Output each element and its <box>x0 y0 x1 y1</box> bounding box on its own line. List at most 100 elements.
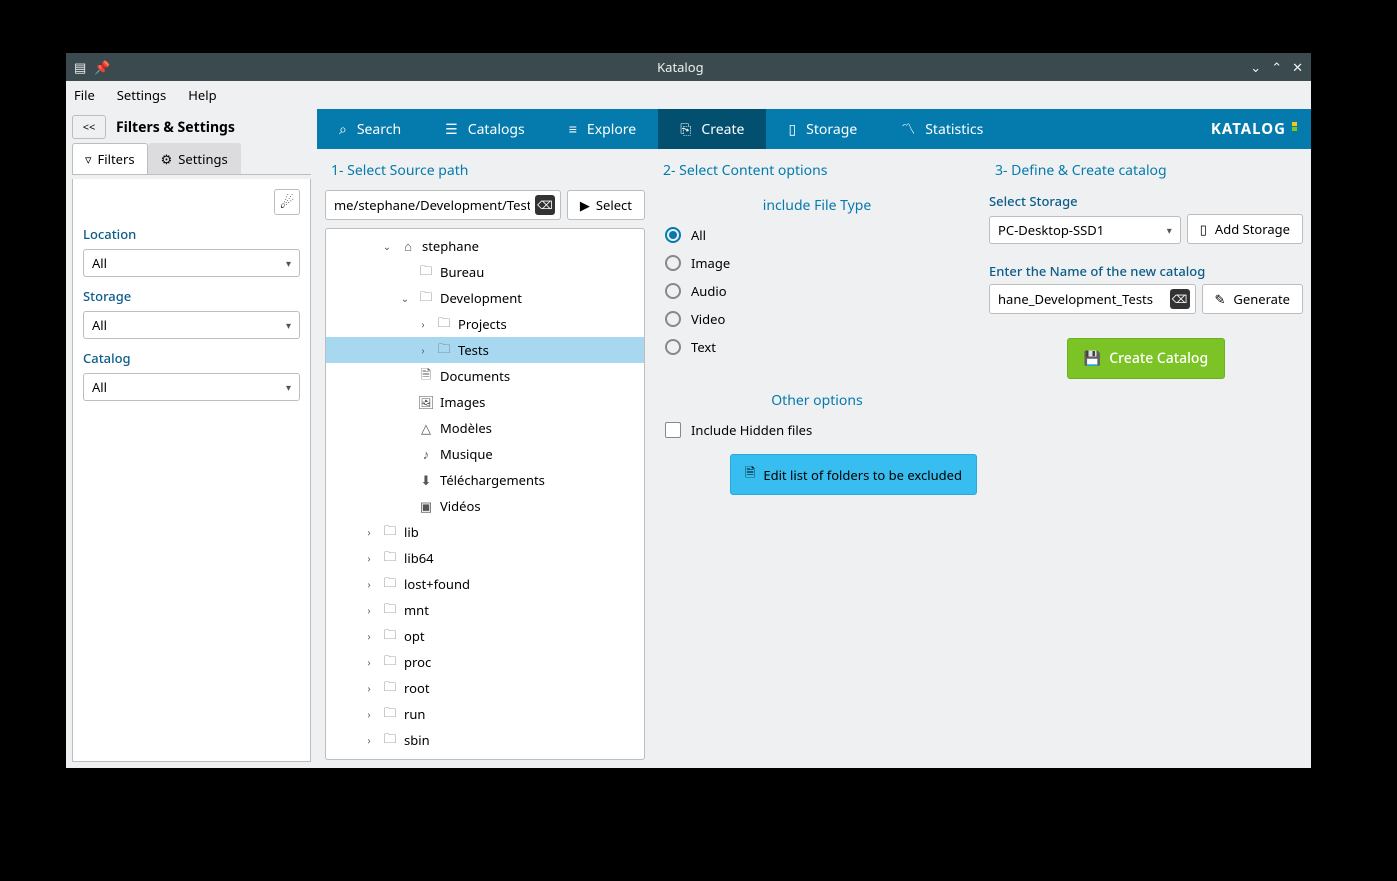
catalog-name-label: Enter the Name of the new catalog <box>989 262 1303 280</box>
radio-button[interactable] <box>665 227 681 243</box>
filetype-option[interactable]: All <box>657 221 977 249</box>
expand-icon[interactable]: › <box>362 733 376 747</box>
close-button[interactable]: ✕ <box>1292 58 1303 76</box>
tree-row[interactable]: ▣Vidéos <box>326 493 644 519</box>
main-area: ⌕Search ☰Catalogs ≡Explore ⎘Create ▯Stor… <box>317 109 1311 768</box>
tree-row[interactable]: ›🗀lib64 <box>326 545 644 571</box>
brand-logo: KATALOG <box>1211 109 1311 149</box>
expand-icon[interactable]: › <box>416 343 430 357</box>
expand-icon[interactable]: › <box>362 577 376 591</box>
tree-row[interactable]: △Modèles <box>326 415 644 441</box>
storage-label: Storage <box>83 287 300 305</box>
col2-heading: 2- Select Content options <box>657 157 977 190</box>
play-icon: ▶ <box>580 196 590 214</box>
filter-icon: ▿ <box>85 150 92 168</box>
chevron-down-icon: ▾ <box>286 380 291 394</box>
storage-dropdown[interactable]: All▾ <box>83 311 300 339</box>
tree-row[interactable]: ›🗀proc <box>326 649 644 675</box>
radio-button[interactable] <box>665 283 681 299</box>
save-icon: 💾 <box>1084 349 1101 368</box>
expand-icon[interactable]: › <box>362 707 376 721</box>
sidebar-title: Filters & Settings <box>116 118 235 137</box>
tree-row[interactable]: ⬇Téléchargements <box>326 467 644 493</box>
expand-icon[interactable]: ⌄ <box>398 291 412 305</box>
tab-catalogs[interactable]: ☰Catalogs <box>423 109 547 149</box>
filetype-option[interactable]: Video <box>657 305 977 333</box>
expand-icon[interactable]: › <box>362 525 376 539</box>
source-path-input[interactable] <box>325 190 561 220</box>
tree-row[interactable]: 🗀Bureau <box>326 259 644 285</box>
minimize-button[interactable]: ⌄ <box>1250 58 1261 76</box>
create-catalog-button[interactable]: 💾Create Catalog <box>1067 338 1225 379</box>
download-icon: ⬇ <box>418 471 434 489</box>
tree-row[interactable]: ›🗀sbin <box>326 727 644 753</box>
tab-statistics[interactable]: 〽Statistics <box>879 109 1005 149</box>
tab-create[interactable]: ⎘Create <box>658 109 766 149</box>
location-dropdown[interactable]: All▾ <box>83 249 300 277</box>
tab-explore[interactable]: ≡Explore <box>547 109 658 149</box>
expand-icon[interactable]: ⌄ <box>380 239 394 253</box>
folder-tree[interactable]: ⌄⌂stephane🗀Bureau⌄🗀Development›🗀Projects… <box>325 228 645 760</box>
tree-row[interactable]: ⌄⌂stephane <box>326 233 644 259</box>
collapse-sidebar-button[interactable]: << <box>72 115 106 139</box>
menu-settings[interactable]: Settings <box>117 86 166 104</box>
folder-icon: 🗀 <box>382 703 398 726</box>
pin-icon[interactable]: 📌 <box>94 58 110 76</box>
doc-icon: 🗎 <box>418 365 434 388</box>
maximize-button[interactable]: ⌃ <box>1271 58 1282 76</box>
expand-icon[interactable]: › <box>362 629 376 643</box>
filetype-option[interactable]: Audio <box>657 277 977 305</box>
radio-button[interactable] <box>665 339 681 355</box>
main-tabs: ⌕Search ☰Catalogs ≡Explore ⎘Create ▯Stor… <box>317 109 1311 149</box>
catalog-name-input[interactable] <box>989 284 1196 314</box>
generate-name-button[interactable]: ✎Generate <box>1202 284 1304 314</box>
tree-row[interactable]: ›🗀run <box>326 701 644 727</box>
tree-row[interactable]: ⌄🗀Development <box>326 285 644 311</box>
tree-row[interactable]: ›🗀root <box>326 675 644 701</box>
tab-search[interactable]: ⌕Search <box>317 109 423 149</box>
tab-settings[interactable]: ⚙ Settings <box>148 143 241 174</box>
tree-row[interactable]: ♪Musique <box>326 441 644 467</box>
clear-name-button[interactable]: ⌫ <box>1170 289 1190 309</box>
tree-item-label: lib <box>404 523 419 541</box>
select-storage-label: Select Storage <box>989 192 1303 210</box>
filetype-label: Text <box>691 338 716 356</box>
radio-button[interactable] <box>665 311 681 327</box>
tree-row[interactable]: ›🗀lib <box>326 519 644 545</box>
tree-row[interactable]: ›🗀lost+found <box>326 571 644 597</box>
column-source-path: 1- Select Source path ⌫ ▶Select ⌄⌂stepha… <box>325 157 645 760</box>
search-icon: ⌕ <box>339 120 347 139</box>
catalog-dropdown[interactable]: All▾ <box>83 373 300 401</box>
filetype-option[interactable]: Text <box>657 333 977 361</box>
filetype-option[interactable]: Image <box>657 249 977 277</box>
clear-path-button[interactable]: ⌫ <box>535 195 555 215</box>
expand-icon[interactable]: › <box>362 603 376 617</box>
tree-row[interactable]: 🖼Images <box>326 389 644 415</box>
device-icon: ▯ <box>788 120 796 139</box>
include-hidden-row[interactable]: Include Hidden files <box>657 416 977 444</box>
tree-row[interactable]: ›🗀Tests <box>326 337 644 363</box>
tab-filters[interactable]: ▿ Filters <box>72 143 148 174</box>
expand-icon[interactable]: › <box>362 551 376 565</box>
device-icon: ▯ <box>1200 220 1207 238</box>
tree-row[interactable]: ›🗀opt <box>326 623 644 649</box>
tree-row[interactable]: 🗎Documents <box>326 363 644 389</box>
expand-icon[interactable]: › <box>362 681 376 695</box>
folder-icon: 🗀 <box>382 547 398 570</box>
edit-excluded-folders-button[interactable]: 🗎Edit list of folders to be excluded <box>730 454 977 495</box>
menu-file[interactable]: File <box>74 86 95 104</box>
select-path-button[interactable]: ▶Select <box>567 190 645 220</box>
radio-button[interactable] <box>665 255 681 271</box>
tree-item-label: stephane <box>422 237 479 255</box>
include-hidden-checkbox[interactable] <box>665 422 681 438</box>
tree-row[interactable]: ›🗀Projects <box>326 311 644 337</box>
expand-icon[interactable]: › <box>416 317 430 331</box>
chevron-down-icon: ▾ <box>286 256 291 270</box>
tree-row[interactable]: ›🗀mnt <box>326 597 644 623</box>
menu-help[interactable]: Help <box>188 86 216 104</box>
reset-filters-button[interactable]: ☄ <box>274 189 300 215</box>
storage-select[interactable]: PC-Desktop-SSD1▾ <box>989 216 1181 244</box>
add-storage-button[interactable]: ▯Add Storage <box>1187 214 1303 244</box>
expand-icon[interactable]: › <box>362 655 376 669</box>
tab-storage[interactable]: ▯Storage <box>766 109 879 149</box>
